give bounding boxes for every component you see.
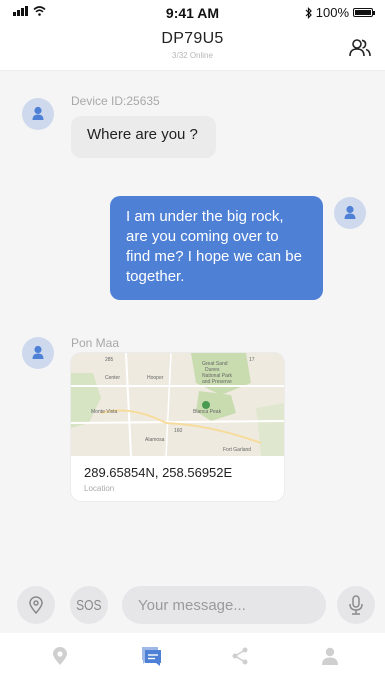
avatar (22, 98, 54, 130)
sender-name: Pon Maa (71, 336, 120, 350)
map-label: 285 (105, 357, 114, 363)
message-composer: SOS (0, 577, 385, 633)
map-preview[interactable]: Center Hooper Great Sand Dunes National … (71, 353, 284, 456)
map-label: Fort Garland (223, 447, 251, 453)
map-label: Center (105, 375, 120, 381)
chat-area[interactable]: Device ID:25635 Where are you ? I am und… (0, 71, 385, 577)
chat-title: DP79U5 (161, 30, 224, 47)
status-bar: 9:41 AM 100% (0, 0, 385, 26)
send-location-button[interactable] (17, 586, 55, 624)
user-icon (344, 205, 356, 219)
group-members-icon[interactable] (349, 38, 371, 58)
message-text: Where are you ? (87, 126, 198, 143)
map-label: 160 (174, 428, 183, 434)
location-card[interactable]: Center Hooper Great Sand Dunes National … (71, 353, 284, 501)
message-input[interactable] (122, 586, 326, 624)
tab-chat[interactable] (135, 643, 165, 669)
map-label: Monte Vista (91, 409, 118, 415)
map-label: Blanca Peak (193, 409, 222, 415)
map-label: and Preserve (202, 379, 232, 385)
location-label: Location (84, 484, 115, 493)
battery-percent: 100% (315, 5, 349, 20)
tab-profile[interactable] (315, 643, 345, 669)
bottom-tab-bar (0, 633, 385, 679)
message-line: find me? I hope we can be (126, 248, 302, 265)
battery-icon (353, 8, 375, 17)
location-pin-icon (29, 596, 43, 614)
map-label: Hooper (147, 375, 164, 381)
status-right: 100% (305, 5, 375, 20)
tab-location[interactable] (45, 643, 75, 669)
user-icon (322, 647, 338, 665)
voice-message-button[interactable] (337, 586, 375, 624)
online-count: 3/32 Online (172, 51, 213, 60)
location-pin-icon (53, 647, 67, 665)
bluetooth-icon (305, 6, 312, 19)
message-line: are you coming over to (126, 228, 279, 245)
map-graphic: Center Hooper Great Sand Dunes National … (71, 353, 284, 456)
message-line: together. (126, 268, 185, 285)
sos-button[interactable]: SOS (70, 586, 108, 624)
message-line: I am under the big rock, (126, 208, 284, 225)
user-icon (32, 106, 44, 120)
microphone-icon (349, 595, 363, 615)
location-coordinates: 289.65854N, 258.56952E (84, 465, 233, 480)
user-icon (32, 345, 44, 359)
map-label: 17 (249, 357, 255, 363)
avatar (334, 197, 366, 229)
avatar (22, 337, 54, 369)
sos-label: SOS (76, 596, 102, 614)
map-label: Alamosa (145, 437, 165, 443)
share-icon (232, 647, 248, 665)
chat-header: DP79U5 3/32 Online (0, 26, 385, 71)
sender-name: Device ID:25635 (71, 94, 160, 108)
chat-icon (142, 647, 161, 666)
incoming-message-bubble[interactable]: Where are you ? (71, 116, 216, 158)
outgoing-message-bubble[interactable]: I am under the big rock, are you coming … (110, 196, 323, 300)
tab-share[interactable] (225, 643, 255, 669)
